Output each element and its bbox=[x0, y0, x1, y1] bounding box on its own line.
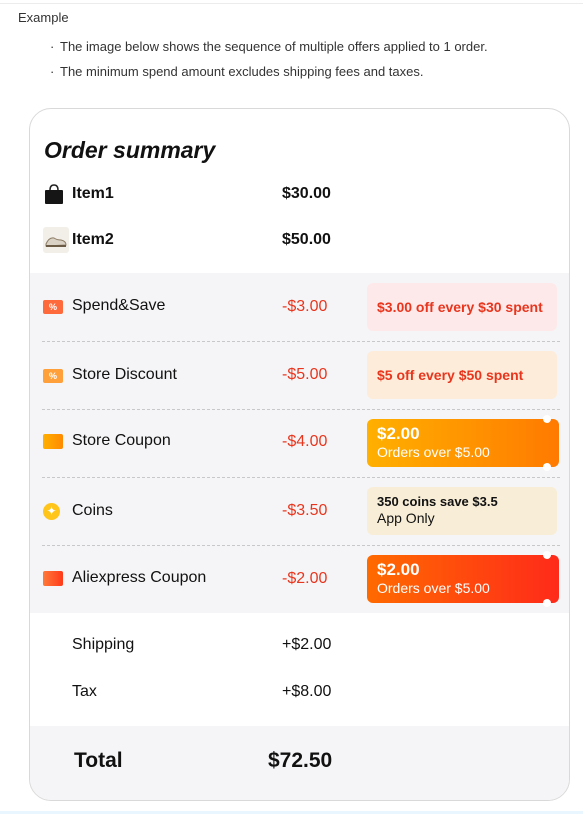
discount-label: Store Discount bbox=[72, 366, 177, 383]
percent-tag-icon: % bbox=[43, 300, 63, 314]
dashed-divider bbox=[42, 477, 560, 478]
handbag-icon bbox=[43, 183, 65, 210]
discount-amount: -$3.50 bbox=[282, 502, 328, 519]
discount-label: Coins bbox=[72, 502, 113, 519]
ticket-notch bbox=[543, 599, 551, 607]
order-summary-title: Order summary bbox=[44, 137, 216, 163]
fee-label: Shipping bbox=[72, 636, 135, 653]
discount-amount: -$3.00 bbox=[282, 298, 328, 315]
item-amount: $30.00 bbox=[282, 185, 331, 202]
total-amount: $72.50 bbox=[268, 749, 333, 772]
ticket-notch bbox=[543, 551, 551, 559]
example-title: Example bbox=[18, 10, 69, 25]
dashed-divider bbox=[42, 341, 560, 342]
item-amount: $50.00 bbox=[282, 231, 331, 248]
offer-note: 350 coins save $3.5 App Only bbox=[367, 487, 557, 535]
coupon-icon bbox=[43, 571, 63, 586]
coins-note-line1: 350 coins save $3.5 bbox=[377, 494, 498, 509]
percent-tag-icon: % bbox=[43, 369, 63, 383]
aliexpress-coupon-ticket: $2.00 Orders over $5.00 bbox=[367, 551, 559, 607]
coin-icon: ✦ bbox=[43, 503, 60, 520]
discount-label: Spend&Save bbox=[72, 297, 166, 314]
fee-amount: +$2.00 bbox=[282, 636, 332, 653]
store-coupon-ticket: $2.00 Orders over $5.00 bbox=[367, 415, 559, 471]
coins-note-line2: App Only bbox=[377, 510, 435, 526]
top-divider bbox=[0, 3, 583, 4]
coupon-condition: Orders over $5.00 bbox=[377, 444, 490, 460]
discount-label: Store Coupon bbox=[72, 432, 171, 449]
offer-note: $3.00 off every $30 spent bbox=[367, 283, 557, 331]
dashed-divider bbox=[42, 409, 560, 410]
bullet-item: · The image below shows the sequence of m… bbox=[50, 39, 488, 54]
total-label: Total bbox=[74, 749, 123, 772]
coupon-value: $2.00 bbox=[377, 424, 420, 443]
bullet-item: · The minimum spend amount excludes shipp… bbox=[50, 64, 424, 79]
dashed-divider bbox=[42, 545, 560, 546]
fee-amount: +$8.00 bbox=[282, 683, 332, 700]
coupon-condition: Orders over $5.00 bbox=[377, 580, 490, 596]
fee-label: Tax bbox=[72, 683, 97, 700]
ticket-notch bbox=[543, 463, 551, 471]
discount-amount: -$5.00 bbox=[282, 366, 328, 383]
offer-note: $5 off every $50 spent bbox=[367, 351, 557, 399]
item-label: Item2 bbox=[72, 231, 114, 248]
discount-amount: -$4.00 bbox=[282, 433, 328, 450]
order-summary-card: Order summary Item1 $30.00 Item2 $50.00 … bbox=[29, 108, 570, 801]
discount-label: Aliexpress Coupon bbox=[72, 569, 207, 586]
item-label: Item1 bbox=[72, 185, 114, 202]
sneaker-icon bbox=[43, 227, 69, 258]
coupon-icon bbox=[43, 434, 63, 449]
coupon-value: $2.00 bbox=[377, 560, 420, 579]
discount-amount: -$2.00 bbox=[282, 570, 328, 587]
ticket-notch bbox=[543, 415, 551, 423]
